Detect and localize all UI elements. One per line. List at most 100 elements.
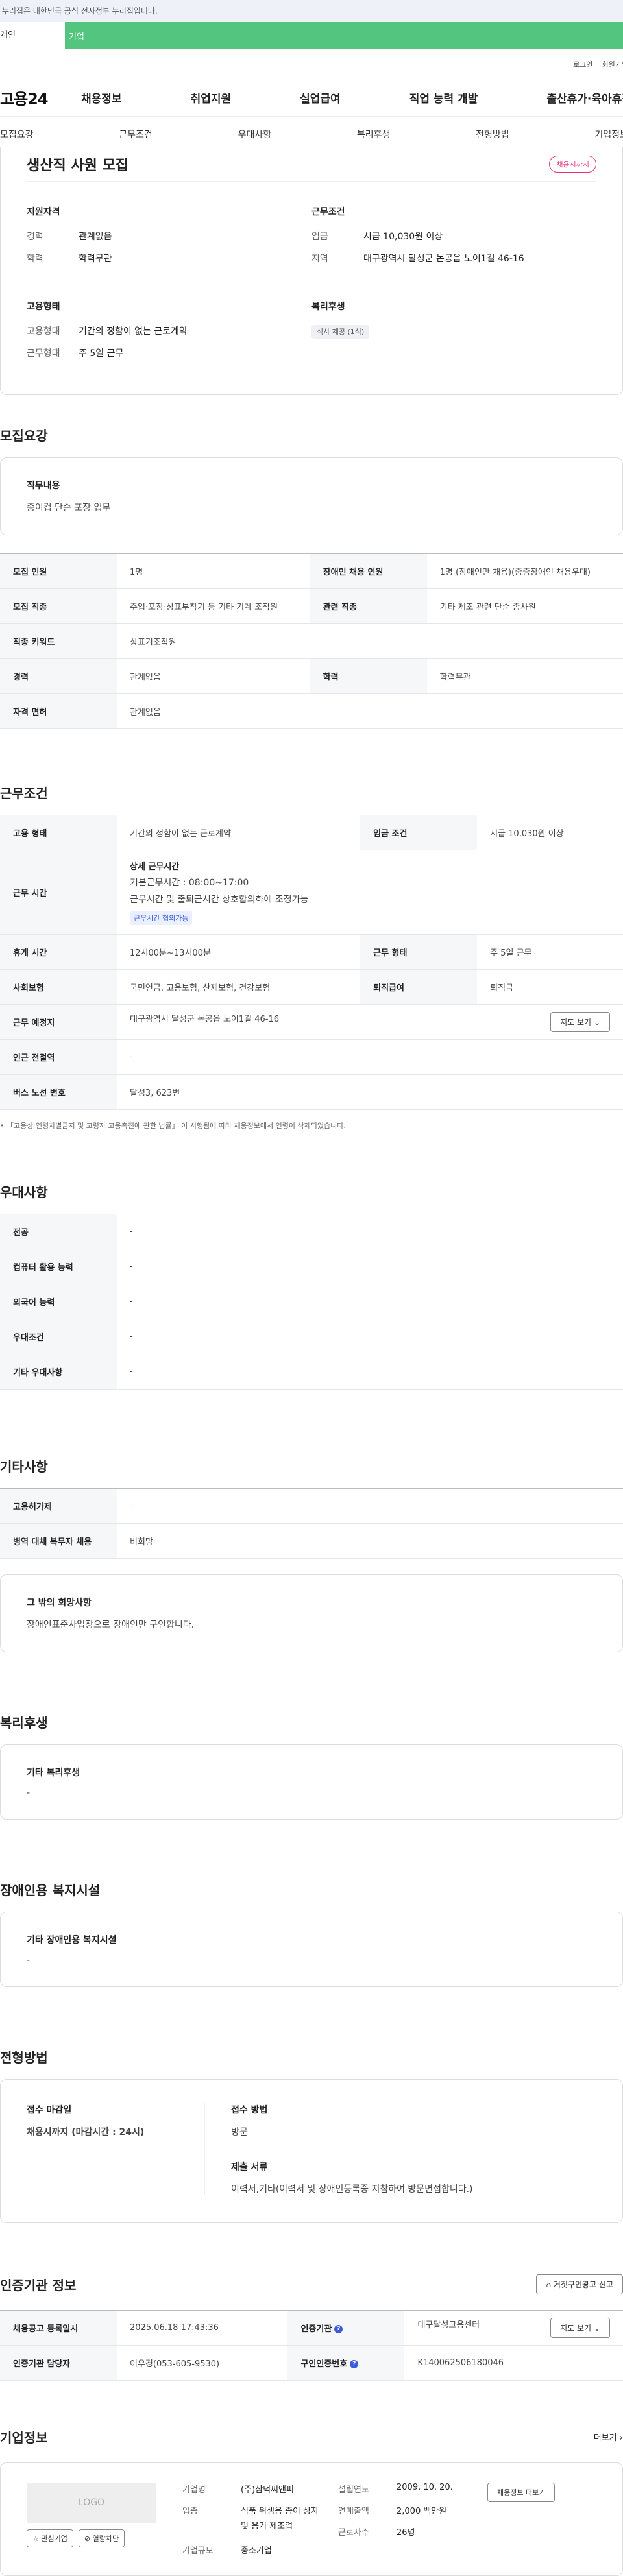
cert-title: 인증기관 정보 [0,2277,77,2293]
value: K140062506180046 [404,2345,623,2381]
nav-item-benefits[interactable]: 실업급여 [300,90,341,106]
value: - [117,1488,623,1524]
value: 기간의 정함이 없는 근로계약 [117,815,361,850]
wish-value: 장애인표준사업장으로 장애인만 구인합니다. [27,1620,195,1630]
label: 임금 [312,232,328,242]
chevron-down-icon: ⌄ [593,1018,600,1027]
value: 퇴직금 [477,969,623,1005]
value: 비희망 [117,1523,623,1559]
label: 근무 형태 [360,934,478,970]
company-logo: LOGO [27,2483,156,2523]
table-row: 인증기관 담당자 이우경(053-605-9530) 구인인증번호? K1400625… [0,2345,623,2381]
value: 대구광역시 달성군 논공읍 노이1길 46-16 [130,1015,280,1024]
help-icon[interactable]: ? [350,2360,359,2368]
tab-selection[interactable]: 전형방법 [476,128,509,141]
more-link[interactable]: 더보기 › [594,2431,623,2443]
etc-table: 고용허가제 - 병역 대체 복무자 채용 비희망 [0,1488,623,1559]
label: 자격 면허 [0,693,117,729]
label: 업종 [182,2507,198,2516]
table-row: 기타 우대사항 - [0,1354,623,1390]
chevron-right-icon: › [619,2433,623,2443]
label: 전공 [0,1214,117,1249]
value: 학력무관 [79,254,112,264]
value: 달성3, 623번 [117,1074,623,1110]
label: 휴게 시간 [0,934,117,970]
value: 국민연금, 고용보험, 산재보험, 건강보험 [117,969,361,1005]
block-button[interactable]: ⊘ 열람차단 [78,2529,125,2547]
nav-item-leave[interactable]: 출산휴가·육아휴직 [546,90,623,106]
value: 1명 [117,553,310,589]
label: 기업명 [182,2485,206,2495]
table-row: 모집 인원 1명 장애인 채용 인원 1명 (장애인만 채용)(중증장애인 채용우대) [0,553,623,589]
label: 모집 직종 [0,588,117,624]
tab-company[interactable]: 기업 [65,30,84,42]
age-notice: • 「고용상 연령차별금지 및 고령자 고용촉진에 관한 법률」 이 시행됨에 … [0,1110,623,1141]
nav-item-support[interactable]: 취업지원 [191,90,232,106]
label: 고용 형태 [0,815,117,850]
table-row: 우대조건 - [0,1319,623,1354]
value: 대구광역시 달성군 논공읍 노이1길 46-16 [363,254,524,264]
label: 경력 [27,232,43,242]
login-link[interactable]: 로그인 [573,59,592,69]
table-row: 전공 - [0,1214,623,1249]
value: 학력무관 [426,658,623,694]
label: 학력 [310,658,427,694]
wish-heading: 그 밖의 희망사항 [27,1598,92,1608]
table-row: 고용허가제 - [0,1488,623,1524]
table-row: 휴게 시간 12시00분~13시00분 근무 형태 주 5일 근무 [0,934,623,970]
job-summary-card: 생산직 사원 모집 채용시까지 지원자격 경력 관계없음 학력 학력무관 근무조건 … [0,147,623,395]
disability-title: 장애인용 복지시설 [0,1882,101,1898]
tab-preferences[interactable]: 우대사항 [238,128,272,141]
org-map-button[interactable]: 지도 보기 ⌄ [550,2318,610,2338]
report-label: 거짓구인광고 신고 [553,2280,613,2289]
negotiable-chip: 근무시간 협의가능 [130,911,193,925]
favorite-label: 관심기업 [41,2534,67,2543]
nav-item-training[interactable]: 직업 능력 개발 [409,90,478,106]
table-row: 모집 직종 주입·포장·상표부착기 등 기타 기계 조작원 관련 직종 기타 제조 관… [0,588,623,624]
etc-wish-box: 그 밖의 희망사항 장애인표준사업장으로 장애인만 구인합니다. [0,1574,623,1652]
value: 주 5일 근무 [79,348,124,359]
label: 기업규모 [182,2546,214,2556]
map-button[interactable]: 지도 보기 ⌄ [550,1012,610,1032]
site-logo[interactable]: 고용24 [0,86,81,109]
deadline-heading: 접수 마감일 [27,2105,72,2115]
table-row: 경력 관계없음 학력 학력무관 [0,658,623,694]
tab-company[interactable]: 기업정보 [594,128,623,141]
value: 2009. 10. 20. [397,2483,453,2492]
join-link[interactable]: 회원가입 [602,59,623,69]
nav-item-jobs[interactable]: 채용정보 [81,90,122,106]
more-jobs-button[interactable]: 채용정보 더보기 [487,2483,556,2502]
value: 대구달성고용센터 [417,2320,480,2330]
label: 근무형태 [27,348,60,359]
value: 기타 제조 관련 단순 종사원 [426,588,623,624]
user-type-tabs: 개인 기업 [0,22,623,49]
label: 장애인 채용 인원 [310,553,427,589]
tab-personal[interactable]: 개인 [0,22,65,49]
value: 이우경(053-605-9530) [117,2345,288,2381]
favorite-button[interactable]: ☆ 관심기업 [27,2529,73,2547]
job-desc-box: 직무내용 종이컵 단순 포장 업무 [0,457,623,535]
map-button-label: 지도 보기 [560,1018,592,1027]
value: (주)삼덕씨앤피 [241,2485,294,2495]
tab-welfare[interactable]: 복리후생 [357,128,391,141]
tab-conditions[interactable]: 근무조건 [119,128,153,141]
value: 1명 (장애인만 채용)(중증장애인 채용우대) [426,553,623,589]
label: 근무 시간 [0,850,117,935]
help-icon[interactable]: ? [334,2325,343,2333]
value: 식품 위생용 종이 상자 및 용기 제조업 [241,2507,319,2532]
table-row: 컴퓨터 활용 능력 - [0,1249,623,1284]
label: 기타 우대사항 [0,1354,117,1390]
value: - [117,1319,623,1354]
label: 버스 노선 번호 [0,1074,117,1110]
company-card: LOGO ☆ 관심기업 ⊘ 열람차단 기업명 (주)삼덕씨앤피 업종 식품 위생용 … [0,2462,623,2576]
org-label: 인증기관 [300,2324,332,2334]
label: 사회보험 [0,969,117,1005]
pref-title: 우대사항 [0,1184,48,1200]
report-button[interactable]: ⌂ 거짓구인광고 신고 [536,2274,623,2294]
company-title: 기업정보 [0,2429,48,2446]
value: 관계없음 [117,693,623,729]
tab-recruit[interactable]: 모집요강 [0,128,34,141]
value: 관계없음 [79,232,112,242]
utility-links: 로그인 회원가입 [0,49,623,79]
disability-value: - [27,1955,31,1966]
